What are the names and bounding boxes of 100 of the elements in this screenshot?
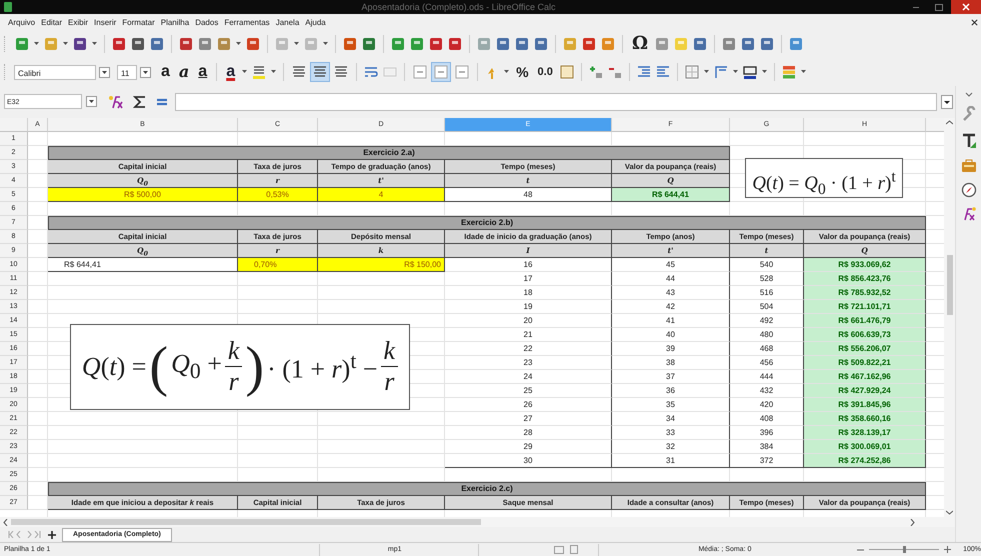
expand-icon[interactable] <box>941 94 953 109</box>
minimize-icon[interactable] <box>913 6 919 8</box>
menu-item[interactable]: Dados <box>195 18 218 26</box>
menu-item[interactable]: Janela <box>276 18 300 26</box>
table-cell: R$ 606.639,73 <box>804 328 926 342</box>
table-cell: R$ 467.162,96 <box>804 370 926 384</box>
table-cell: R$ 785.932,52 <box>804 286 926 300</box>
zoom-in-icon[interactable] <box>944 546 952 553</box>
formula-parenthesis: ) <box>245 336 264 397</box>
compass-icon[interactable] <box>960 182 976 198</box>
table-cell: 30 <box>445 454 612 468</box>
formula-parenthesis: ( <box>149 336 168 397</box>
table-cell: 0,53% <box>238 188 318 202</box>
special-character-button[interactable]: Ω <box>629 34 652 54</box>
dropdown-icon[interactable] <box>140 66 151 78</box>
formula: Q(t) = Q$_{0}$ · (1 + r)$^{t}$ <box>745 158 903 198</box>
border-style-icon[interactable] <box>712 64 729 80</box>
scroll-down-icon[interactable] <box>946 510 953 516</box>
caret-icon[interactable] <box>323 42 328 46</box>
menu-item[interactable]: Formatar <box>122 18 155 26</box>
scroll-right-icon[interactable] <box>910 518 915 526</box>
caret-icon[interactable] <box>704 70 709 74</box>
table-title: Exercicio 2.b) <box>48 216 926 230</box>
table-cell: R$ 644,41 <box>612 188 730 202</box>
add-decimal-icon[interactable] <box>588 64 604 80</box>
scroll-left-icon[interactable] <box>3 518 8 526</box>
table-cell: 48 <box>445 188 612 202</box>
font-color-button[interactable]: a <box>223 62 238 82</box>
caret-icon[interactable] <box>92 42 97 46</box>
table-title: Exercicio 2.a) <box>48 146 730 160</box>
table-cell: R$ 509.822,21 <box>804 356 926 370</box>
highlight-icon[interactable] <box>251 64 268 80</box>
formula-text: Q(t) = <box>82 352 146 382</box>
table-cell: R$ 856.423,76 <box>804 272 926 286</box>
table-cell: R$ 644,41 <box>48 258 238 272</box>
menu-item[interactable]: Editar <box>41 18 62 26</box>
gallery-icon[interactable] <box>960 158 978 174</box>
table-cell: 31 <box>612 454 730 468</box>
caret-icon[interactable] <box>294 42 299 46</box>
vertical-scrollbar[interactable] <box>944 118 955 518</box>
italic-button[interactable]: a <box>176 62 192 82</box>
borders-icon[interactable] <box>684 64 700 80</box>
table-cell: R$ 556.206,07 <box>804 342 926 356</box>
caret-icon[interactable] <box>762 70 767 74</box>
calendar-icon[interactable] <box>558 64 575 80</box>
sum-icon[interactable] <box>133 94 147 110</box>
border-color-icon[interactable] <box>742 64 758 80</box>
caret-icon[interactable] <box>800 70 806 74</box>
close-icon[interactable] <box>971 19 978 26</box>
selection-mode-icon <box>554 546 564 554</box>
menu-item[interactable]: Ferramentas <box>224 18 270 26</box>
table-cell: R$ 391.845,96 <box>804 398 926 412</box>
caret-icon[interactable] <box>236 42 241 46</box>
formula-input-field[interactable] <box>175 92 937 111</box>
dropdown-icon[interactable] <box>99 66 110 78</box>
font-name-field[interactable]: Calibri <box>14 64 96 80</box>
bold-button[interactable]: a <box>158 62 173 82</box>
horizontal-scrollbar[interactable] <box>0 517 955 528</box>
formula-fraction: k r <box>380 336 398 398</box>
conditional-format-icon[interactable] <box>780 64 797 80</box>
add-sheet-icon[interactable] <box>48 530 56 539</box>
underline-button[interactable]: a <box>195 62 210 82</box>
menu-item[interactable]: Arquivo <box>8 18 36 26</box>
formula-text: · (1 + r)$^{t}$ − <box>267 349 378 385</box>
table-cell: R$ 721.101,71 <box>804 300 926 314</box>
menu-item[interactable]: Ajuda <box>305 18 326 26</box>
table-cell: 372 <box>730 454 804 468</box>
align-icon[interactable] <box>311 63 330 81</box>
caret-icon[interactable] <box>63 42 68 46</box>
scroll-up-icon[interactable] <box>946 120 953 125</box>
maximize-icon[interactable] <box>935 4 943 10</box>
caret-icon[interactable] <box>242 70 248 74</box>
sidebar-menu-icon[interactable] <box>964 90 974 98</box>
table-cell: 0,70% <box>238 258 318 272</box>
close-button[interactable] <box>951 0 981 14</box>
table-cell: R$ 427.929,24 <box>804 384 926 398</box>
dropdown-icon[interactable] <box>86 96 97 108</box>
table-cell: R$ 274.252,86 <box>804 454 926 468</box>
table-cell: R$ 933.069,62 <box>804 258 926 272</box>
caret-icon[interactable] <box>504 70 510 74</box>
table-cell: R$ 150,00 <box>318 258 445 272</box>
caret-icon[interactable] <box>732 70 738 74</box>
number-format-button[interactable]: 0.0 <box>534 62 556 82</box>
document-modified-icon <box>570 545 578 554</box>
window-title: Aposentadoria (Completo).ods - LibreOffice Calc <box>360 2 556 12</box>
table-cell: R$ 358.660,16 <box>804 412 926 426</box>
font-size-field[interactable]: 11 <box>117 64 137 80</box>
caret-icon[interactable] <box>34 42 39 46</box>
table-cell: R$ 661.476,79 <box>804 314 926 328</box>
percent-button[interactable]: % <box>513 62 532 82</box>
table-cell: R$ 500,00 <box>48 188 238 202</box>
table-title: Exercicio 2.c) <box>48 482 926 496</box>
menu-item[interactable]: Exibir <box>68 18 88 26</box>
caret-icon[interactable] <box>271 70 276 74</box>
table-cell: 4 <box>318 188 445 202</box>
formula-fraction: k r <box>224 336 242 398</box>
table-cell: R$ 328.139,17 <box>804 426 926 440</box>
function-wizard-icon[interactable] <box>107 94 125 110</box>
menu-item[interactable]: Planilha <box>160 18 190 26</box>
menu-item[interactable]: Inserir <box>94 18 116 26</box>
